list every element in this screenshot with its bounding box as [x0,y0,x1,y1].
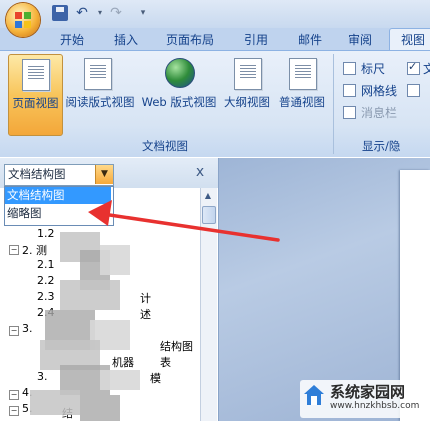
tree-item-fragment: 述 [140,308,151,321]
reading-layout-icon [84,58,112,90]
office-logo-icon [15,12,31,28]
web-layout-button[interactable]: Web 版式视图 [140,54,218,134]
print-layout-label: 页面视图 [12,96,59,110]
message-bar-checkbox[interactable] [343,106,356,119]
collapse-toggle[interactable]: − [9,326,19,336]
tree-item[interactable]: 2.3 [37,290,55,303]
collapse-toggle[interactable]: − [9,245,19,255]
collapse-toggle[interactable]: − [9,390,19,400]
message-bar-label: 消息栏 [361,106,398,120]
undo-dropdown-icon[interactable]: ▾ [92,5,108,21]
tree-item[interactable]: 2. 测 [22,242,47,258]
ruler-label: 标尺 [361,62,386,76]
tree-item-fragment: 计 [140,292,151,305]
thumbnails-checkbox[interactable] [407,84,420,97]
tab-insert[interactable]: 插入 [106,30,146,50]
print-layout-icon [22,59,50,91]
redaction-block [30,390,80,415]
tab-page-layout[interactable]: 页面布局 [160,30,220,50]
customize-toolbar-icon[interactable]: ▾ [135,5,151,21]
document-views-group-label: 文档视图 [142,139,188,153]
tab-view[interactable]: 视图 [393,30,430,50]
redaction-block [80,395,120,421]
combobox-value: 文档结构图 [8,167,66,181]
redaction-block [100,245,130,275]
tab-mailings[interactable]: 邮件 [290,30,330,50]
draft-label: 普通视图 [279,95,325,109]
group-divider [333,54,334,154]
document-map-checkbox[interactable] [407,60,420,75]
tab-review[interactable]: 审阅 [340,30,380,50]
option-document-map[interactable]: 文档结构图 [5,187,111,204]
print-layout-button[interactable]: 页面视图 [8,54,63,136]
ruler-checkbox[interactable] [343,62,356,75]
draft-icon [289,58,317,90]
tree-item[interactable]: 3. [22,322,33,335]
tree-item[interactable]: 表 [160,354,171,370]
redaction-block [100,370,140,390]
save-icon[interactable] [52,5,68,21]
redaction-block [60,280,120,310]
draft-button[interactable]: 普通视图 [276,54,328,134]
tree-item[interactable]: 结构图 [160,338,193,354]
undo-icon[interactable]: ↶ [74,5,90,21]
watermark-url: www.hnzkhbsb.com [330,401,420,411]
scroll-up-icon[interactable]: ▲ [200,188,216,204]
house-logo-icon [304,385,324,405]
show-hide-group-label: 显示/隐 [362,139,401,153]
web-layout-label: Web 版式视图 [141,95,217,109]
office-button[interactable] [6,3,40,37]
redo-icon[interactable]: ↷ [108,5,124,21]
gridlines-label: 网格线 [361,84,398,98]
tree-item[interactable]: 机器 [112,354,134,370]
collapse-toggle[interactable]: − [9,406,19,416]
reading-layout-label: 阅读版式视图 [65,95,135,109]
option-thumbnails[interactable]: 缩略图 [5,205,111,222]
tree-item[interactable]: 3. [37,370,48,383]
tree-item[interactable]: 2.2 [37,274,55,287]
tree-item[interactable]: 2.1 [37,258,55,271]
close-icon[interactable]: x [193,164,207,180]
tree-item[interactable]: 模 [150,370,161,386]
outline-label: 大纲视图 [224,95,270,109]
globe-icon [165,58,195,88]
document-map-label: 文 [423,62,430,76]
outline-button[interactable]: 大纲视图 [222,54,272,134]
dropdown-arrow-icon[interactable]: ▼ [95,165,113,184]
gridlines-checkbox[interactable] [343,84,356,97]
scroll-thumb[interactable] [202,206,216,224]
full-screen-reading-button[interactable]: 阅读版式视图 [64,54,136,134]
watermark-title: 系统家园网 [330,383,406,401]
outline-icon [234,58,262,90]
tab-references[interactable]: 引用 [236,30,276,50]
tree-item[interactable]: 1.2 [37,227,55,240]
tab-home[interactable]: 开始 [52,30,92,50]
